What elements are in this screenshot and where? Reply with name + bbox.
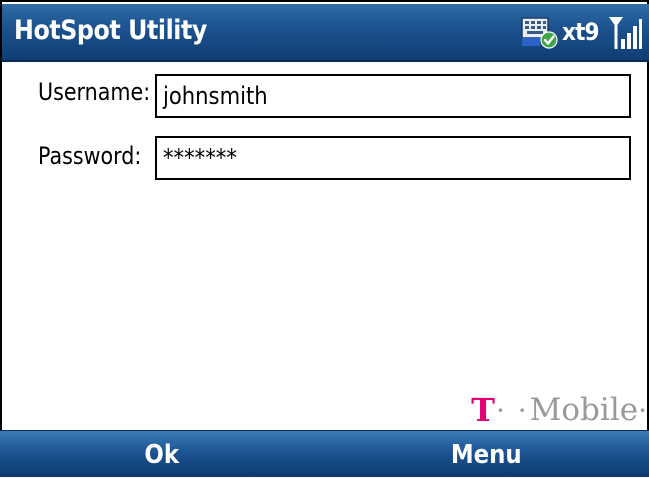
username-label: Username:: [38, 78, 151, 106]
keyboard-with-check-icon[interactable]: [520, 15, 558, 49]
username-value: johnsmith: [163, 82, 268, 110]
brand-t: T: [471, 391, 495, 429]
app-title: HotSpot Utility: [14, 15, 207, 46]
t-mobile-logo: T · · Mobile ·: [471, 390, 647, 430]
ok-softkey[interactable]: Ok: [0, 431, 324, 478]
menu-softkey-label: Menu: [451, 439, 522, 470]
status-area: xt9: [520, 12, 643, 52]
username-row: Username: johnsmith: [2, 72, 649, 122]
brand-dots: · ·: [495, 393, 529, 427]
ok-softkey-label: Ok: [144, 439, 180, 470]
password-label: Password:: [38, 142, 142, 170]
username-input[interactable]: johnsmith: [155, 74, 631, 118]
password-row: Password: *******: [2, 134, 649, 184]
softkey-bar: Ok Menu: [0, 430, 649, 477]
input-mode-indicator[interactable]: xt9: [562, 18, 599, 46]
title-bar: HotSpot Utility xt9: [2, 4, 649, 62]
app-window: HotSpot Utility xt9 Username: johnsmith …: [0, 0, 649, 477]
password-input[interactable]: *******: [155, 136, 631, 180]
menu-softkey[interactable]: Menu: [324, 431, 649, 478]
signal-strength-icon: [607, 13, 643, 51]
brand-end-dot: ·: [638, 393, 647, 427]
brand-name: Mobile: [529, 392, 639, 428]
password-value: *******: [163, 144, 237, 172]
